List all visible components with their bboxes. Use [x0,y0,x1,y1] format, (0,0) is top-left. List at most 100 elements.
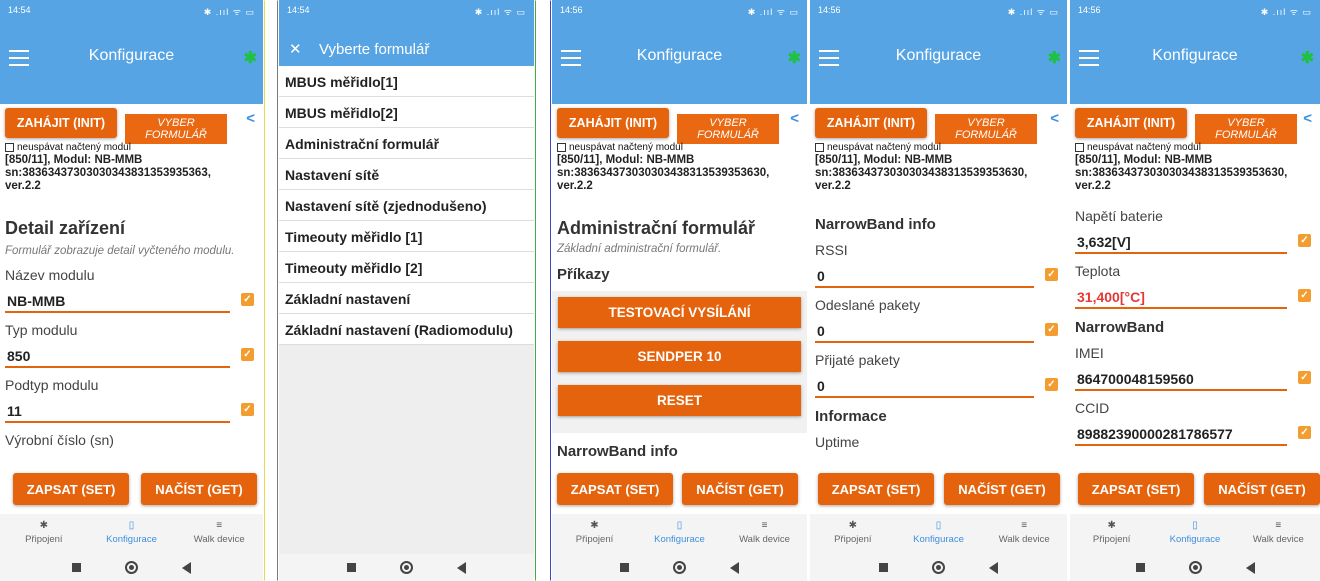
home-icon[interactable] [125,561,138,574]
module-subtype-field[interactable]: 11 ✓ [5,397,254,423]
recents-icon[interactable] [1135,563,1145,572]
share-icon[interactable]: < [1050,110,1059,127]
tab-walk-device[interactable]: ≡ Walk device [1237,514,1320,554]
sent-packets-field[interactable]: 0 ✓ [815,317,1058,343]
module-type-field[interactable]: 850 ✓ [5,342,254,368]
init-button[interactable]: ZAHÁJIT (INIT) [1075,108,1187,138]
checkbox-icon[interactable]: ✓ [241,293,254,306]
list-item[interactable]: Základní nastavení (Radiomodulu) [279,314,534,345]
form-content: Napětí baterie 3,632[V] ✓ Teplota 31,400[… [1070,206,1320,461]
nosleep-checkbox[interactable]: neuspávat načtený modul [1075,142,1201,153]
status-bar: 14:54 ✱ .ııl ᯤ ▭ [8,5,255,17]
device-icon: ▯ [1192,520,1198,531]
select-form-button[interactable]: VYBER FORMULÁŘ [935,114,1037,144]
list-item[interactable]: Nastavení sítě [279,159,534,190]
tab-connection[interactable]: ✱ Připojení [810,514,896,554]
set-button[interactable]: ZAPSAT (SET) [13,473,129,505]
checkbox-icon[interactable]: ✓ [1298,426,1311,439]
back-icon[interactable] [730,561,739,574]
list-item[interactable]: Timeouty měřidlo [2] [279,252,534,283]
bottom-tabs: ✱ Připojení ▯ Konfigurace ≡ Walk device [810,514,1067,554]
bottom-tabs: ✱ Připojení ▯ Konfigurace ≡ Walk device [1070,514,1320,554]
home-icon[interactable] [932,561,945,574]
app-title: Konfigurace [1152,47,1238,64]
share-icon[interactable]: < [1303,110,1312,127]
set-button[interactable]: ZAPSAT (SET) [557,473,673,505]
recents-icon[interactable] [72,563,81,572]
ccid-field[interactable]: 89882390000281786577 ✓ [1075,420,1311,446]
nosleep-checkbox[interactable]: neuspávat načtený modul [5,142,131,153]
nosleep-checkbox[interactable]: neuspávat načtený modul [815,142,941,153]
list-item[interactable]: Nastavení sítě (zjednodušeno) [279,190,534,221]
close-icon[interactable]: ✕ [289,40,302,58]
recents-icon[interactable] [879,563,888,572]
tab-connection[interactable]: ✱ Připojení [552,514,637,554]
list-item[interactable]: Administrační formulář [279,128,534,159]
module-info: [850/11], Modul: NB-MMB sn:38363437303030… [557,154,770,192]
list-item[interactable]: Timeouty měřidlo [1] [279,221,534,252]
tab-walk-device[interactable]: ≡ Walk device [175,514,263,554]
checkbox-icon[interactable]: ✓ [241,403,254,416]
system-nav [552,554,807,581]
get-button[interactable]: NAČÍST (GET) [1204,473,1320,505]
device-icon: ▯ [935,520,942,531]
list-item[interactable]: Základní nastavení [279,283,534,314]
checkbox-icon[interactable]: ✓ [1298,371,1311,384]
tab-configuration[interactable]: ▯ Konfigurace [896,514,982,554]
checkbox-icon[interactable]: ✓ [1298,289,1311,302]
reset-button[interactable]: RESET [558,385,801,416]
select-form-button[interactable]: VYBER FORMULÁŘ [1195,114,1297,144]
checkbox-icon[interactable]: ✓ [241,348,254,361]
sendper-button[interactable]: SENDPER 10 [558,341,801,372]
select-form-button[interactable]: VYBER FORMULÁŘ [677,114,779,144]
tab-configuration[interactable]: ▯ Konfigurace [88,514,176,554]
select-form-button[interactable]: VYBER FORMULÁŘ [125,114,227,144]
get-button[interactable]: NAČÍST (GET) [141,473,257,505]
app-title: Konfigurace [636,47,723,64]
nosleep-checkbox[interactable]: neuspávat načtený modul [557,142,683,153]
tab-walk-device[interactable]: ≡ Walk device [981,514,1067,554]
init-button[interactable]: ZAHÁJIT (INIT) [815,108,927,138]
tab-walk-device[interactable]: ≡ Walk device [722,514,807,554]
back-icon[interactable] [457,561,466,574]
checkbox-icon[interactable]: ✓ [1298,234,1311,247]
imei-field[interactable]: 864700048159560 ✓ [1075,365,1311,391]
init-button[interactable]: ZAHÁJIT (INIT) [5,108,117,138]
temperature-field[interactable]: 31,400[°C] ✓ [1075,283,1311,309]
init-button[interactable]: ZAHÁJIT (INIT) [557,108,669,138]
module-name-field[interactable]: NB-MMB ✓ [5,287,254,313]
set-button[interactable]: ZAPSAT (SET) [818,473,934,505]
form-content: NarrowBand info RSSI 0 ✓ Odeslané pakety … [810,210,1067,461]
back-icon[interactable] [182,561,191,574]
page-title: Detail zařízení [5,218,126,238]
received-packets-field[interactable]: 0 ✓ [815,372,1058,398]
home-icon[interactable] [400,561,413,574]
test-broadcast-button[interactable]: TESTOVACÍ VYSÍLÁNÍ [558,297,801,328]
recents-icon[interactable] [347,563,356,572]
tab-configuration[interactable]: ▯ Konfigurace [637,514,722,554]
recents-icon[interactable] [620,563,629,572]
share-icon[interactable]: < [790,110,799,127]
app-title: Konfigurace [88,47,175,64]
list-item[interactable]: MBUS měřidlo[2] [279,97,534,128]
set-button[interactable]: ZAPSAT (SET) [1078,473,1194,505]
rssi-field[interactable]: 0 ✓ [815,262,1058,288]
get-button[interactable]: NAČÍST (GET) [944,473,1060,505]
commands-panel: TESTOVACÍ VYSÍLÁNÍ SENDPER 10 RESET [552,291,807,433]
back-icon[interactable] [1245,561,1255,574]
checkbox-icon[interactable]: ✓ [1045,268,1058,281]
device-icon: ▯ [676,520,683,531]
list-item[interactable]: MBUS měřidlo[1] [279,66,534,97]
battery-voltage-field[interactable]: 3,632[V] ✓ [1075,228,1311,254]
app-bar: 14:56 ✱ .ııl ᯤ ▭ Konfigurace ✱ [552,0,807,104]
tab-configuration[interactable]: ▯ Konfigurace [1153,514,1236,554]
tab-connection[interactable]: ✱ Připojení [0,514,88,554]
home-icon[interactable] [1188,561,1202,574]
checkbox-icon[interactable]: ✓ [1045,323,1058,336]
checkbox-icon[interactable]: ✓ [1045,378,1058,391]
share-icon[interactable]: < [246,110,255,127]
home-icon[interactable] [673,561,686,574]
tab-connection[interactable]: ✱ Připojení [1070,514,1153,554]
get-button[interactable]: NAČÍST (GET) [682,473,798,505]
back-icon[interactable] [989,561,998,574]
